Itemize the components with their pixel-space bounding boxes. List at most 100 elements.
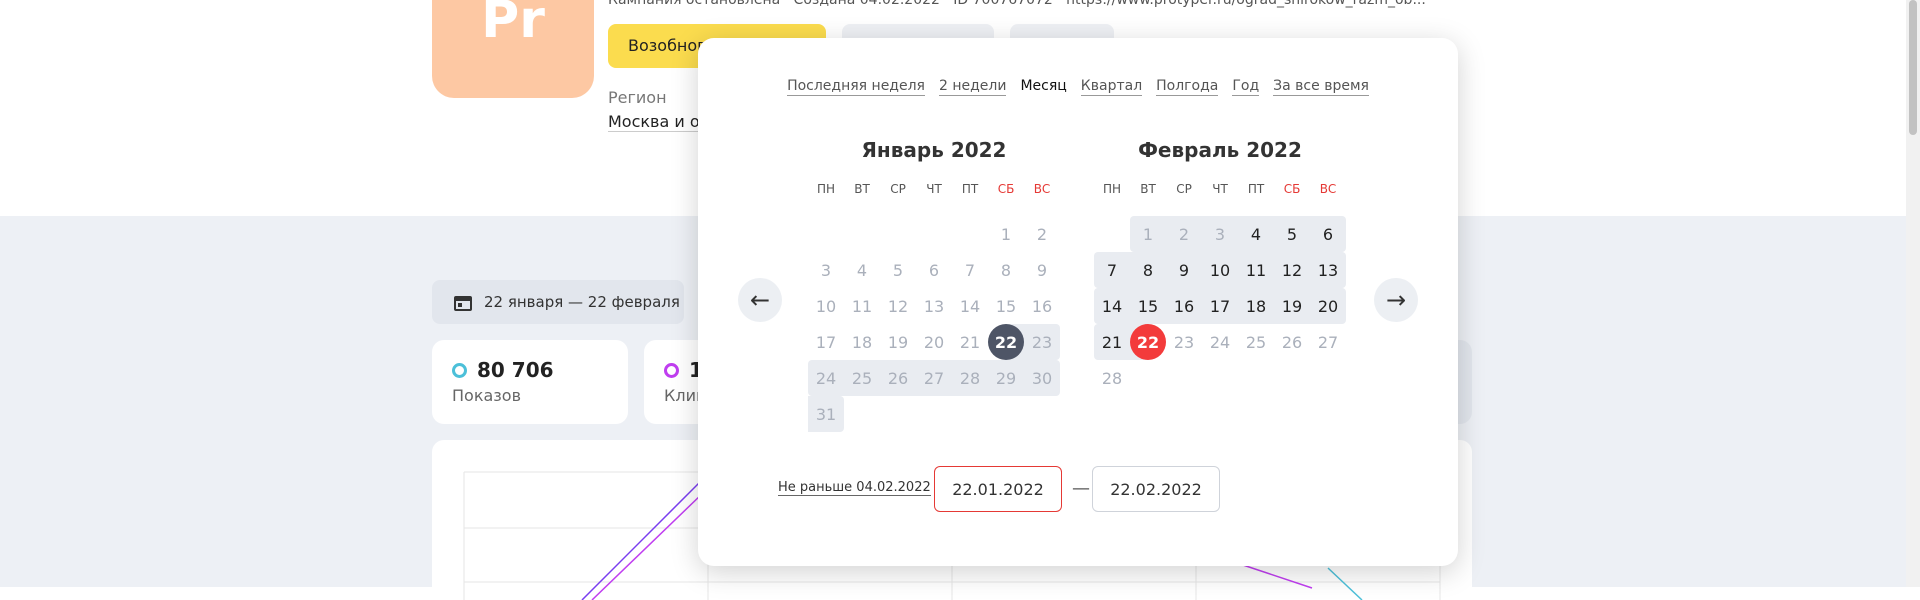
day-cell[interactable]: 15 xyxy=(1130,288,1166,324)
day-cell[interactable]: 16 xyxy=(1166,288,1202,324)
day-cell[interactable]: 20 xyxy=(916,324,952,360)
page-scrollbar[interactable] xyxy=(1906,0,1920,587)
preset-2[interactable]: Месяц xyxy=(1020,78,1066,96)
day-cell[interactable]: 4 xyxy=(844,252,880,288)
day-cell[interactable]: 14 xyxy=(952,288,988,324)
day-cell[interactable]: 13 xyxy=(916,288,952,324)
day-cell[interactable]: 27 xyxy=(916,360,952,396)
empty-cell xyxy=(844,396,880,432)
day-cell[interactable]: 17 xyxy=(808,324,844,360)
day-cell[interactable]: 21 xyxy=(952,324,988,360)
day-cell[interactable]: 10 xyxy=(1202,252,1238,288)
clicks-ring-icon xyxy=(664,362,679,378)
weekday-label: СР xyxy=(1176,182,1192,196)
day-cell[interactable]: 20 xyxy=(1310,288,1346,324)
day-cell[interactable]: 19 xyxy=(1274,288,1310,324)
day-cell[interactable]: 1 xyxy=(988,216,1024,252)
day-cell[interactable]: 26 xyxy=(880,360,916,396)
day-cell[interactable]: 15 xyxy=(988,288,1024,324)
day-cell[interactable]: 2 xyxy=(1024,216,1060,252)
campaign-logo: Pr xyxy=(432,0,594,98)
empty-cell xyxy=(916,216,952,252)
day-cell[interactable]: 8 xyxy=(988,252,1024,288)
day-cell[interactable]: 1 xyxy=(1130,216,1166,252)
preset-6[interactable]: За все время xyxy=(1273,78,1369,96)
day-cell[interactable]: 9 xyxy=(1024,252,1060,288)
day-cell[interactable]: 28 xyxy=(952,360,988,396)
empty-cell xyxy=(952,216,988,252)
day-cell[interactable]: 18 xyxy=(1238,288,1274,324)
empty-cell xyxy=(1094,216,1130,252)
day-cell[interactable]: 7 xyxy=(952,252,988,288)
day-cell[interactable]: 3 xyxy=(1202,216,1238,252)
empty-cell xyxy=(1238,360,1274,396)
day-cell[interactable]: 8 xyxy=(1130,252,1166,288)
day-cell[interactable]: 14 xyxy=(1094,288,1130,324)
day-cell[interactable]: 16 xyxy=(1024,288,1060,324)
day-cell[interactable]: 25 xyxy=(844,360,880,396)
day-cell[interactable]: 25 xyxy=(1238,324,1274,360)
empty-cell xyxy=(1166,360,1202,396)
day-cell[interactable]: 2 xyxy=(1166,216,1202,252)
day-cell[interactable]: 6 xyxy=(916,252,952,288)
weekday-label: ПН xyxy=(1102,182,1122,196)
day-cell[interactable]: 11 xyxy=(1238,252,1274,288)
day-cell[interactable]: 7 xyxy=(1094,252,1130,288)
day-cell[interactable]: 31 xyxy=(808,396,844,432)
day-cell[interactable]: 22 xyxy=(988,324,1024,360)
day-cell[interactable]: 21 xyxy=(1094,324,1130,360)
weekday-label: ВС xyxy=(1033,182,1051,196)
day-cell[interactable]: 13 xyxy=(1310,252,1346,288)
day-cell[interactable]: 19 xyxy=(880,324,916,360)
preset-5[interactable]: Год xyxy=(1232,78,1260,96)
day-cell[interactable]: 5 xyxy=(880,252,916,288)
day-cell[interactable]: 26 xyxy=(1274,324,1310,360)
impressions-ring-icon xyxy=(452,362,467,378)
preset-4[interactable]: Полгода xyxy=(1156,78,1219,96)
preset-3[interactable]: Квартал xyxy=(1080,78,1143,96)
day-cell[interactable]: 11 xyxy=(844,288,880,324)
weekday-label: СБ xyxy=(997,182,1015,196)
weekday-label: СР xyxy=(890,182,906,196)
day-cell[interactable]: 17 xyxy=(1202,288,1238,324)
day-cell[interactable]: 9 xyxy=(1166,252,1202,288)
date-from-input[interactable]: 22.01.2022 xyxy=(934,466,1062,512)
prev-month-button[interactable]: ← xyxy=(738,278,782,322)
day-cell[interactable]: 10 xyxy=(808,288,844,324)
date-range-button[interactable]: 22 января — 22 февраля xyxy=(432,280,684,324)
next-month-button[interactable]: → xyxy=(1374,278,1418,322)
day-cell[interactable]: 24 xyxy=(808,360,844,396)
date-range-label: 22 января — 22 февраля xyxy=(484,293,680,311)
day-cell[interactable]: 3 xyxy=(808,252,844,288)
day-cell[interactable]: 5 xyxy=(1274,216,1310,252)
day-cell[interactable]: 6 xyxy=(1310,216,1346,252)
day-cell[interactable]: 12 xyxy=(1274,252,1310,288)
day-cell[interactable]: 27 xyxy=(1310,324,1346,360)
scrollbar-thumb[interactable] xyxy=(1909,0,1917,135)
weekday-label: ВТ xyxy=(854,182,870,196)
week-row: 28 xyxy=(1094,360,1346,396)
empty-cell xyxy=(1274,360,1310,396)
stat-card-impressions[interactable]: 80 706 Показов xyxy=(432,340,628,424)
region-value[interactable]: Москва и область xyxy=(608,112,698,132)
day-cell[interactable]: 24 xyxy=(1202,324,1238,360)
day-cell[interactable]: 4 xyxy=(1238,216,1274,252)
week-row: 7 8 9 10 11 12 13 xyxy=(1094,252,1346,288)
week-row: 12 xyxy=(808,216,1060,252)
day-cell[interactable]: 23 xyxy=(1166,324,1202,360)
preset-0[interactable]: Последняя неделя xyxy=(787,78,925,96)
day-cell[interactable]: 30 xyxy=(1024,360,1060,396)
empty-cell xyxy=(1024,396,1060,432)
day-cell[interactable]: 12 xyxy=(880,288,916,324)
day-cell[interactable]: 23 xyxy=(1024,324,1060,360)
series-line xyxy=(591,491,705,600)
day-cell[interactable]: 18 xyxy=(844,324,880,360)
week-row: 21 22 23 24 25 26 27 xyxy=(1094,324,1346,360)
week-row: 31 xyxy=(808,396,1060,432)
day-cell[interactable]: 29 xyxy=(988,360,1024,396)
day-cell[interactable]: 28 xyxy=(1094,360,1130,396)
date-to-input[interactable]: 22.02.2022 xyxy=(1092,466,1220,512)
day-cell[interactable]: 22 xyxy=(1130,324,1166,360)
empty-cell xyxy=(1310,360,1346,396)
preset-1[interactable]: 2 недели xyxy=(938,78,1007,96)
